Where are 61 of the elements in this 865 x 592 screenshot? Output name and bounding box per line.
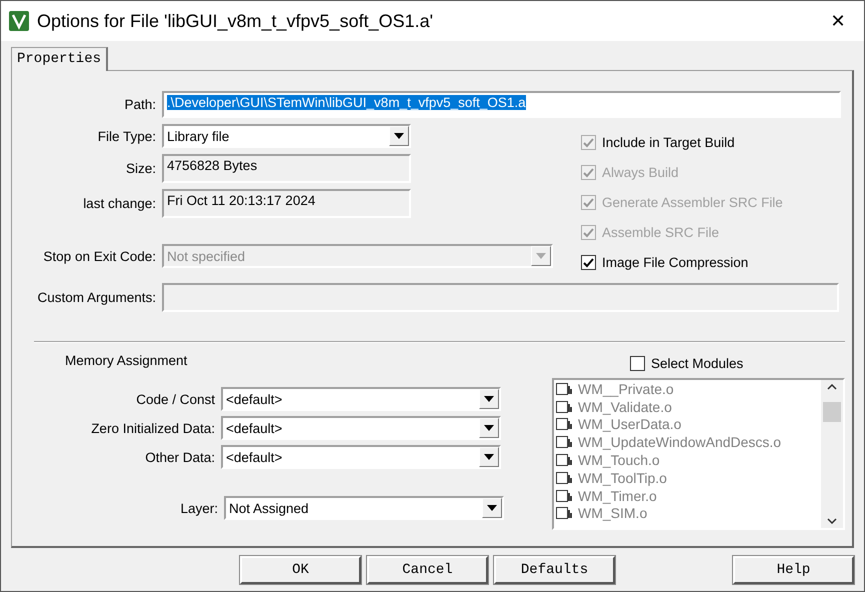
module-file-icon xyxy=(556,418,574,430)
field-label: Other Data: xyxy=(144,450,215,464)
caret-icon[interactable] xyxy=(482,498,502,518)
checkbox-label: Select Modules xyxy=(651,356,744,371)
field-label: Stop on Exit Code: xyxy=(42,248,156,264)
scroll-up-icon[interactable] xyxy=(827,384,837,390)
section-title: Memory Assignment xyxy=(65,353,188,368)
module-file-icon xyxy=(556,436,574,448)
scroll-thumb[interactable] xyxy=(823,402,841,422)
field-label: Zero Initialized Data: xyxy=(90,420,215,436)
list-item[interactable]: WM_Validate.o xyxy=(556,398,821,416)
field-label: File Type: xyxy=(96,128,156,144)
list-item[interactable]: WM_SIM.o xyxy=(556,504,821,522)
dialog-button[interactable]: Defaults xyxy=(494,556,615,584)
tab[interactable]: Properties xyxy=(11,47,108,71)
field-label: Layer: xyxy=(179,500,218,516)
field-label: last change: xyxy=(82,196,156,211)
readonly-field: Fri Oct 11 20:13:17 2024 xyxy=(162,189,411,218)
list-item[interactable]: WM__Private.o xyxy=(556,380,821,398)
dialog-button[interactable]: Help xyxy=(733,556,854,584)
caret-icon[interactable] xyxy=(479,447,499,467)
list-item[interactable]: WM_UserData.o xyxy=(556,416,821,434)
dropdown[interactable]: <default> xyxy=(221,416,501,440)
dropdown[interactable]: <default> xyxy=(221,387,501,411)
checkbox-label: Image File Compression xyxy=(602,255,748,270)
field-label: Path: xyxy=(123,97,156,112)
checkbox[interactable] xyxy=(630,356,645,371)
checkbox-label: Always Build xyxy=(602,165,679,180)
close-button[interactable]: ✕ xyxy=(820,6,856,36)
field-label: Size: xyxy=(124,161,156,176)
checkbox[interactable] xyxy=(581,255,596,270)
caret-icon[interactable] xyxy=(479,418,499,438)
scroll-down-icon[interactable] xyxy=(827,518,837,524)
list-item[interactable]: WM_ToolTip.o xyxy=(556,468,821,487)
caret-icon[interactable] xyxy=(389,126,409,146)
module-file-icon xyxy=(556,490,574,502)
readonly-field: 4756828 Bytes xyxy=(162,154,411,183)
field-label: Code / Const xyxy=(135,392,215,406)
dropdown[interactable]: <default> xyxy=(221,445,501,469)
module-file-icon xyxy=(556,454,574,466)
checkbox-label: Assemble SRC File xyxy=(602,225,720,240)
field-label: Custom Arguments: xyxy=(36,290,156,305)
checkbox-label: Include in Target Build xyxy=(602,135,735,150)
window-title: Options for File 'libGUI_v8m_t_vfpv5_soft_OS1.a' xyxy=(37,10,434,32)
dialog-button[interactable]: Cancel xyxy=(367,556,488,584)
path-field[interactable]: .\Developer\GUI\STemWin\libGUI_v8m_t_vfpv5_soft_OS1.a xyxy=(162,91,841,118)
dropdown[interactable]: Library file xyxy=(162,124,411,148)
checkbox-label: Generate Assembler SRC File xyxy=(602,195,783,210)
module-file-icon xyxy=(556,507,574,520)
dialog-button[interactable]: OK xyxy=(240,556,361,584)
list-item[interactable]: WM_Touch.o xyxy=(556,451,821,469)
list-item[interactable]: WM_Timer.o xyxy=(556,486,821,505)
app-logo-icon xyxy=(9,11,29,31)
list-item[interactable]: WM_UpdateWindowAndDescs.o xyxy=(556,433,821,452)
caret-icon[interactable] xyxy=(479,389,499,409)
module-file-icon xyxy=(556,400,574,413)
module-file-icon xyxy=(556,382,574,395)
module-file-icon xyxy=(556,472,574,484)
dropdown[interactable]: Not Assigned xyxy=(224,496,504,520)
arguments-field[interactable] xyxy=(162,283,839,312)
scrollbar[interactable] xyxy=(821,380,843,528)
